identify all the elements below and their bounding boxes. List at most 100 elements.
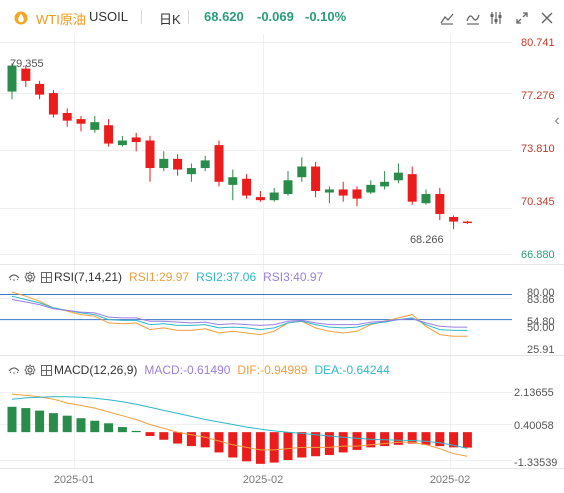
macd-bar: [255, 432, 265, 464]
candle-body: [380, 181, 390, 187]
macd-bar: [462, 432, 472, 448]
candle-body: [269, 192, 279, 201]
rsi-legend: RSI(7,14,21) RSI1:29.97 RSI2:37.06 RSI3:…: [0, 269, 330, 285]
macd-bar: [311, 432, 321, 457]
candle-body: [104, 125, 114, 144]
macd-bar: [76, 418, 86, 433]
macd-tick-label: -1.33539: [514, 457, 557, 469]
macd-bar: [352, 432, 362, 450]
candle-body: [435, 194, 445, 214]
gear-icon[interactable]: [22, 362, 38, 378]
macd-panel-settings-icon[interactable]: [38, 362, 54, 378]
time-tick-label: 2025-02: [430, 474, 470, 486]
time-tick-label: 2025-01: [54, 474, 94, 486]
candle-body: [35, 83, 45, 95]
macd-bar: [48, 413, 58, 433]
macd-value: MACD:-0.61490: [144, 363, 231, 377]
rsi-axis: 80.0083.8654.8050.0025.91: [527, 287, 555, 356]
macd-bar: [131, 430, 141, 433]
rsi1-value: RSI1:29.97: [129, 270, 190, 284]
candle-body: [297, 166, 307, 178]
candle-body: [159, 158, 169, 169]
candle-body: [214, 145, 224, 182]
macd-bar: [338, 432, 348, 453]
candle-body: [421, 194, 431, 204]
macd-tick-label: 2.13655: [514, 387, 554, 399]
macd-bar: [62, 415, 72, 433]
candle-body: [131, 137, 141, 143]
macd-bar: [145, 432, 155, 436]
candle-body: [393, 172, 403, 181]
price-tick-label: 66.880: [521, 249, 555, 261]
rsi3-value: RSI3:40.97: [263, 270, 324, 284]
macd-tick-label: 0.40058: [514, 420, 554, 432]
price-chart[interactable]: 80.741 77.276 73.810 70.345 66.880 79.355 68.…: [0, 0, 564, 493]
macd-bar: [117, 427, 127, 433]
macd-bar: [35, 410, 45, 433]
candle-body: [145, 140, 155, 169]
time-axis: 2025-01 2025-02 2025-02: [54, 474, 470, 486]
candle-body: [407, 174, 417, 202]
hide-eye-icon[interactable]: [6, 362, 22, 378]
dea-value: DEA:-0.64244: [314, 363, 390, 377]
candle-body: [48, 93, 58, 115]
candle-body: [200, 160, 210, 169]
high-annotation: 79.355: [10, 58, 44, 70]
candle-body: [283, 180, 293, 195]
low-annotation: 68.266: [410, 234, 444, 246]
candle-body: [255, 197, 265, 201]
price-tick-label: 80.741: [521, 37, 555, 49]
rsi-line-rsi3: [11, 299, 468, 328]
macd-bar: [159, 432, 169, 440]
candle-body: [228, 177, 238, 185]
time-tick-label: 2025-02: [243, 474, 283, 486]
candlestick-series: [7, 63, 472, 230]
candle-body: [186, 168, 196, 175]
rsi-line-rsi2: [11, 295, 468, 331]
candle-body: [324, 189, 334, 193]
gear-icon[interactable]: [22, 269, 38, 285]
macd-bar: [435, 432, 445, 447]
rsi-tick-label: 50.00: [527, 322, 555, 334]
candle-body: [338, 189, 348, 196]
candle-body: [173, 158, 183, 170]
candle-body: [311, 166, 321, 191]
candle-body: [117, 140, 127, 146]
rsi2-value: RSI2:37.06: [196, 270, 257, 284]
candle-body: [21, 68, 31, 81]
macd-bar: [21, 408, 31, 433]
macd-name: MACD(12,26,9): [54, 363, 138, 377]
dif-value: DIF:-0.94989: [237, 363, 308, 377]
candle-body: [76, 119, 86, 124]
collapse-panel-arrow[interactable]: ‹: [554, 112, 559, 129]
macd-legend: MACD(12,26,9) MACD:-0.61490 DIF:-0.94989…: [0, 362, 397, 378]
price-annotations: 79.355 68.266: [10, 58, 444, 246]
macd-bar: [297, 432, 307, 458]
hide-eye-icon[interactable]: [6, 269, 22, 285]
macd-bar: [173, 432, 183, 444]
rsi-name: RSI(7,14,21): [54, 270, 123, 284]
candle-body: [352, 189, 362, 199]
candle-body: [90, 122, 100, 130]
rsi-tick-label: 25.91: [527, 344, 555, 356]
price-tick-label: 73.810: [521, 143, 555, 155]
candle-body: [462, 221, 472, 224]
price-tick-label: 70.345: [521, 196, 555, 208]
rsi-panel-settings-icon[interactable]: [38, 269, 54, 285]
candle-body: [449, 216, 459, 222]
macd-histogram: [7, 406, 472, 464]
chart-grid: [0, 42, 512, 461]
macd-bar: [421, 432, 431, 445]
candle-body: [242, 178, 252, 196]
candle-body: [62, 112, 72, 121]
macd-bar: [200, 432, 210, 448]
macd-bar: [283, 432, 293, 461]
macd-bar: [104, 423, 114, 433]
macd-axis: 2.13655 0.40058 -1.33539: [514, 387, 557, 469]
macd-bar: [7, 406, 17, 433]
macd-bar: [269, 432, 279, 463]
candle-body: [366, 184, 376, 193]
price-axis: 80.741 77.276 73.810 70.345 66.880: [521, 37, 555, 261]
rsi-tick-label: 83.86: [527, 294, 555, 306]
price-tick-label: 77.276: [521, 90, 555, 102]
